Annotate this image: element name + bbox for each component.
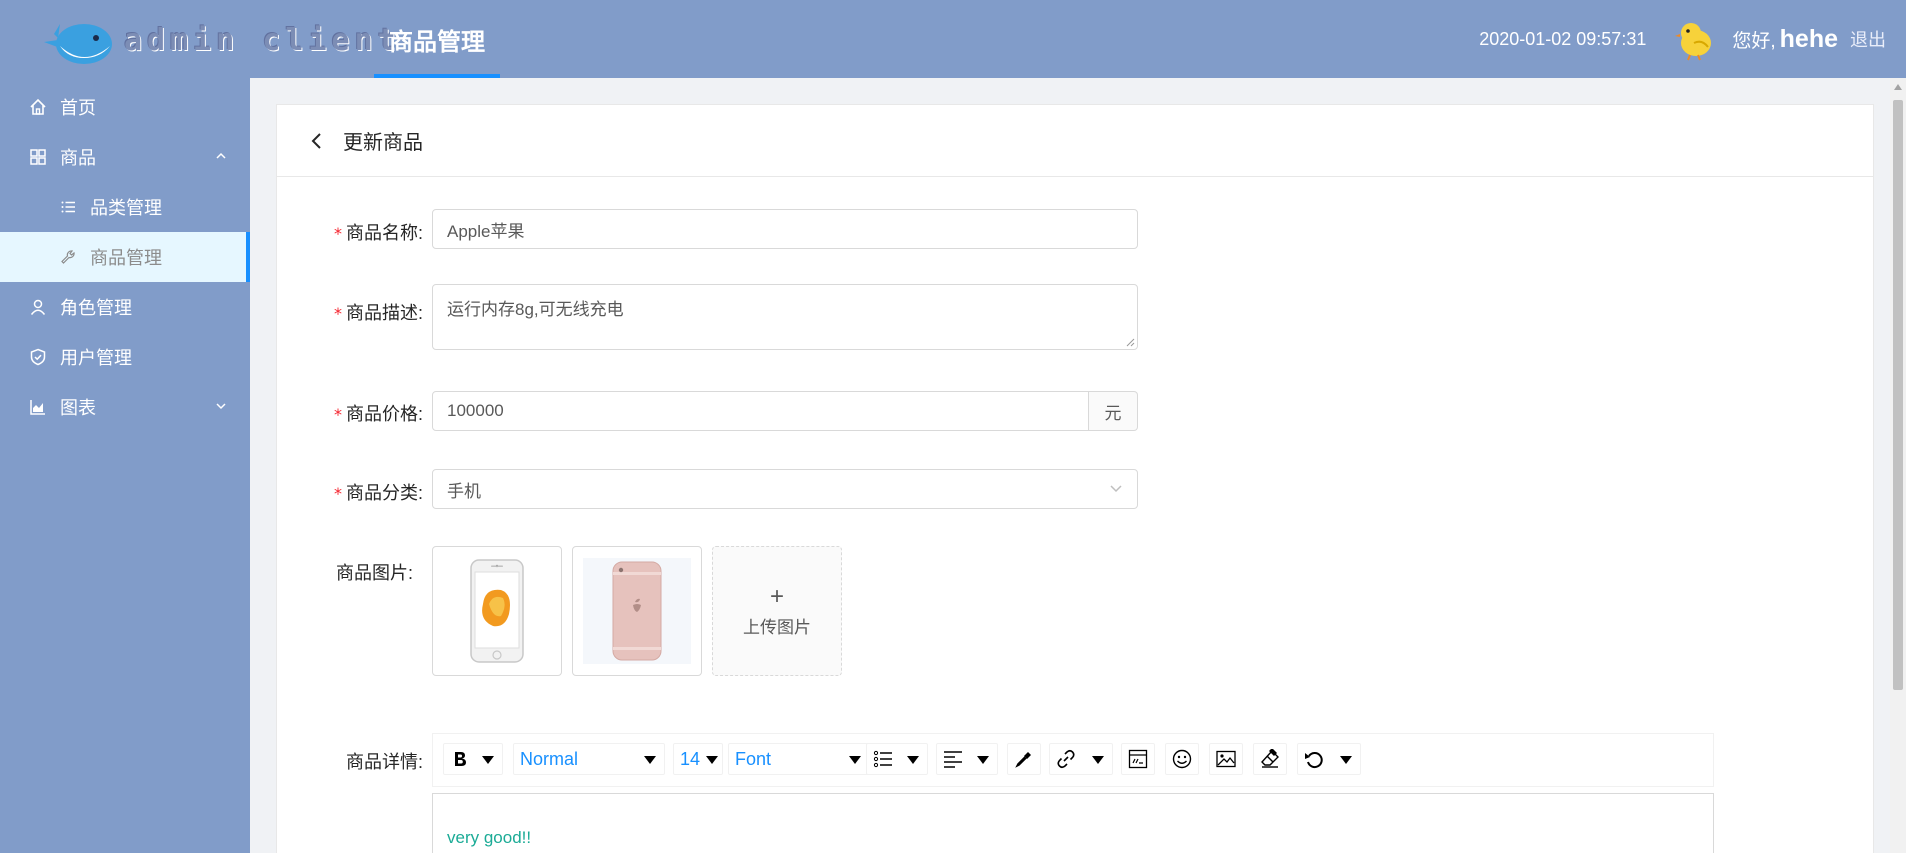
logo-text: admin client [124,22,401,58]
desc-label: * 商品描述: [333,303,423,323]
caret-down-icon [1092,756,1104,764]
scrollbar-thumb[interactable] [1893,100,1903,690]
bold-icon [450,749,470,769]
bold-dropdown[interactable] [443,743,503,775]
product-price-input[interactable]: 100000 [432,391,1089,431]
remove-format-button[interactable] [1253,743,1287,775]
required-mark: * [333,304,342,323]
caret-down-icon [706,756,718,764]
sidebar-item-charts[interactable]: 图表 [0,382,250,432]
tool-icon [58,247,78,267]
back-arrow-icon[interactable] [305,129,329,153]
caret-down-icon [482,756,494,764]
caret-down-icon [644,756,656,764]
sidebar-item-label: 首页 [60,98,96,118]
embed-icon [1128,749,1148,769]
greeting-text: 您好, [1732,30,1776,52]
sidebar-item-label: 用户管理 [60,348,132,368]
product-name-input[interactable]: Apple苹果 [432,209,1138,249]
scroll-up-arrow-icon[interactable] [1894,84,1902,90]
required-mark: * [333,484,342,503]
required-mark: * [333,224,342,243]
block-type-dropdown[interactable]: Normal [513,743,665,775]
list-icon [873,749,893,769]
sidebar-item-label: 图表 [60,398,96,418]
chevron-down-icon [1110,485,1122,493]
product-category-select[interactable]: 手机 [432,469,1138,509]
bars-icon [58,197,78,217]
logout-link[interactable]: 退出 [1850,26,1886,52]
top-header: admin client 商品管理 2020-01-02 09:57:31 您好… [0,0,1906,78]
sidebar-item-label: 商品管理 [90,248,162,268]
image-icon [1216,749,1236,769]
font-size-dropdown[interactable]: 14 [673,743,723,775]
card-header: 更新商品 [277,105,1873,177]
category-label: * 商品分类: [333,483,423,503]
eyedropper-icon [1014,749,1034,769]
caret-down-icon [1340,756,1352,764]
sidebar-item-products[interactable]: 商品 [0,132,250,182]
page-title: 更新商品 [343,132,423,154]
username: hehe [1779,24,1838,53]
plus-icon: + [769,582,784,610]
safety-icon [28,347,48,367]
home-icon [28,97,48,117]
product-image-2[interactable] [572,546,702,676]
caret-down-icon [907,756,919,764]
required-mark: * [333,405,342,424]
undo-icon [1304,749,1324,769]
resize-grip-icon[interactable] [1125,337,1135,347]
detail-label: 商品详情: [345,752,423,772]
smile-icon [1172,749,1192,769]
chevron-down-icon [216,403,226,410]
product-desc-textarea[interactable]: 运行内存8g,可无线充电 [432,284,1138,350]
undo-dropdown[interactable] [1297,743,1361,775]
sidebar: 首页 商品 品类管理 商品管理 角色管理 用户管理 图表 [0,78,250,853]
align-dropdown[interactable] [936,743,998,775]
link-dropdown[interactable] [1049,743,1113,775]
iphone-rose-back-image [583,558,691,664]
appstore-icon [28,147,48,167]
font-family-dropdown[interactable]: Font [728,743,870,775]
caret-down-icon [849,756,861,764]
product-image-1[interactable] [432,546,562,676]
images-label: 商品图片: [335,563,413,583]
emoji-button[interactable] [1165,743,1199,775]
iphone-front-image [470,559,524,663]
upload-label: 上传图片 [743,617,811,637]
upload-image-button[interactable]: + 上传图片 [712,546,842,676]
weather-chick-icon [1675,23,1712,61]
embed-button[interactable] [1121,743,1155,775]
list-dropdown[interactable] [866,743,928,775]
sidebar-item-home[interactable]: 首页 [0,82,250,132]
sidebar-item-category[interactable]: 品类管理 [0,182,250,232]
sidebar-item-label: 品类管理 [90,198,162,218]
sidebar-item-label: 角色管理 [60,298,132,318]
color-picker-button[interactable] [1007,743,1041,775]
name-label: * 商品名称: [333,223,423,243]
logo: admin client [40,12,401,68]
sidebar-item-roles[interactable]: 角色管理 [0,282,250,332]
sidebar-item-product-manage[interactable]: 商品管理 [0,232,250,282]
page-scrollbar[interactable] [1890,78,1906,853]
price-label: * 商品价格: [333,404,423,424]
editor-toolbar: Normal 14 Font [432,733,1714,787]
header-user-area: 2020-01-02 09:57:31 您好, hehe 退出 [1479,0,1886,78]
current-datetime: 2020-01-02 09:57:31 [1479,28,1647,49]
sidebar-item-label: 商品 [60,148,96,168]
image-button[interactable] [1209,743,1243,775]
sidebar-item-users[interactable]: 用户管理 [0,332,250,382]
whale-logo-icon [44,24,112,64]
caret-down-icon [977,756,989,764]
area-chart-icon [28,397,48,417]
rich-text-editor[interactable]: very good!! [432,793,1714,853]
price-unit-addon: 元 [1089,391,1138,431]
chevron-up-icon [216,152,226,159]
editor-content: very good!! [447,828,532,847]
link-icon [1056,749,1076,769]
align-left-icon [943,749,963,769]
header-title-tab[interactable]: 商品管理 [374,0,500,78]
eraser-icon [1260,749,1280,769]
user-icon [28,297,48,317]
